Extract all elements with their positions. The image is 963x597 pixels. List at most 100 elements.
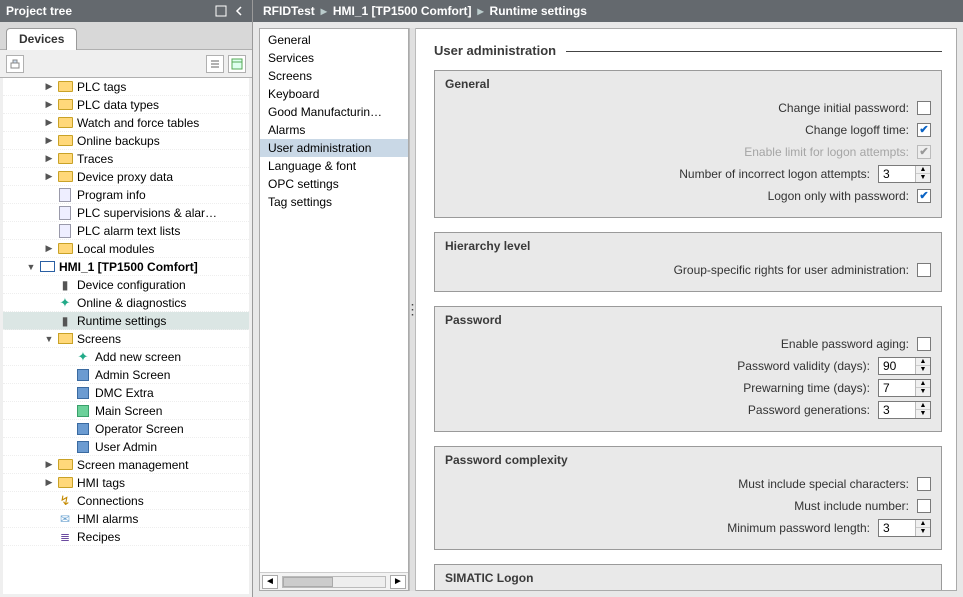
label-change-initial-password: Change initial password:	[778, 101, 909, 115]
checkbox-logon-only-password[interactable]	[917, 189, 931, 203]
tree-item[interactable]: ▶PLC tags	[3, 78, 249, 96]
tab-devices[interactable]: Devices	[6, 28, 77, 50]
checkbox-change-logoff-time[interactable]	[917, 123, 931, 137]
list-view-icon[interactable]	[206, 55, 224, 73]
tree-item[interactable]: ▶Online backups	[3, 132, 249, 150]
spinner-up-icon[interactable]: ▲	[916, 402, 930, 410]
pin-icon[interactable]	[214, 4, 228, 18]
spinner-min-len[interactable]: ▲▼	[878, 519, 931, 537]
spinner-up-icon[interactable]: ▲	[916, 520, 930, 528]
spinner-down-icon[interactable]: ▼	[916, 174, 930, 182]
spinner-down-icon[interactable]: ▼	[916, 388, 930, 396]
mail-icon	[57, 512, 73, 526]
detail-view-icon[interactable]	[228, 55, 246, 73]
input-min-len[interactable]	[879, 520, 915, 536]
chevron-right-icon[interactable]: ▶	[43, 99, 55, 111]
settings-nav-item[interactable]: Keyboard	[260, 85, 408, 103]
settings-nav-item[interactable]: Screens	[260, 67, 408, 85]
chevron-down-icon[interactable]: ▼	[25, 261, 37, 273]
spinner-up-icon[interactable]: ▲	[916, 358, 930, 366]
settings-nav-item[interactable]: Good Manufacturin…	[260, 103, 408, 121]
tree-item[interactable]: ▶Screen management	[3, 456, 249, 474]
input-num-incorrect-attempts[interactable]	[879, 166, 915, 182]
tree-item[interactable]: Recipes	[3, 528, 249, 546]
tree-item[interactable]: PLC supervisions & alar…	[3, 204, 249, 222]
tree-item[interactable]: ▶PLC data types	[3, 96, 249, 114]
checkbox-special[interactable]	[917, 477, 931, 491]
chevron-right-icon[interactable]: ▶	[43, 477, 55, 489]
spinner-generations[interactable]: ▲▼	[878, 401, 931, 419]
settings-nav-item[interactable]: Services	[260, 49, 408, 67]
checkbox-enable-aging[interactable]	[917, 337, 931, 351]
tree-item[interactable]: ▶Watch and force tables	[3, 114, 249, 132]
scroll-right-icon[interactable]: ►	[390, 575, 406, 589]
input-prewarn-days[interactable]	[879, 380, 915, 396]
collapse-icon[interactable]	[232, 4, 246, 18]
chevron-right-icon[interactable]: ▶	[43, 153, 55, 165]
spinner-down-icon[interactable]: ▼	[916, 366, 930, 374]
chevron-right-icon[interactable]: ▶	[43, 171, 55, 183]
tree-item[interactable]: ▮Runtime settings	[3, 312, 249, 330]
tree-item[interactable]: DMC Extra	[3, 384, 249, 402]
tree-item[interactable]: Admin Screen	[3, 366, 249, 384]
chevron-right-icon[interactable]: ▶	[43, 459, 55, 471]
scroll-track[interactable]	[282, 576, 386, 588]
spinner-up-icon[interactable]: ▲	[916, 166, 930, 174]
spinner-down-icon[interactable]: ▼	[916, 528, 930, 536]
tree-item[interactable]: PLC alarm text lists	[3, 222, 249, 240]
tree-item[interactable]: ▶ HMI tags	[3, 474, 249, 492]
chevron-right-icon[interactable]: ▶	[43, 243, 55, 255]
breadcrumb-item[interactable]: RFIDTest	[263, 4, 315, 18]
spinner-num-incorrect-attempts[interactable]: ▲▼	[878, 165, 931, 183]
chevron-down-icon[interactable]: ▼	[43, 333, 55, 345]
chevron-right-icon[interactable]: ▶	[43, 135, 55, 147]
chevron-right-icon[interactable]: ▶	[43, 117, 55, 129]
tree-item[interactable]: ▼HMI_1 [TP1500 Comfort]	[3, 258, 249, 276]
project-tree[interactable]: ▶PLC tags▶PLC data types▶Watch and force…	[0, 78, 252, 597]
breadcrumb-sep-icon: ▸	[478, 4, 484, 18]
breadcrumb-item[interactable]: Runtime settings	[490, 4, 587, 18]
tree-item[interactable]: Program info	[3, 186, 249, 204]
tree-item[interactable]: ▼Screens	[3, 330, 249, 348]
spinner-down-icon[interactable]: ▼	[916, 410, 930, 418]
square-g-icon	[75, 404, 91, 418]
chevron-right-icon[interactable]: ▶	[43, 81, 55, 93]
checkbox-change-initial-password[interactable]	[917, 101, 931, 115]
settings-nav-item[interactable]: Alarms	[260, 121, 408, 139]
tree-item[interactable]: Main Screen	[3, 402, 249, 420]
label-group-rights: Group-specific rights for user administr…	[674, 263, 909, 277]
settings-nav-item[interactable]: Language & font	[260, 157, 408, 175]
spinner-prewarn-days[interactable]: ▲▼	[878, 379, 931, 397]
tree-item[interactable]: ✦Add new screen	[3, 348, 249, 366]
input-validity-days[interactable]	[879, 358, 915, 374]
tree-item[interactable]: ▶Local modules	[3, 240, 249, 258]
splitter-handle[interactable]	[409, 28, 416, 591]
tree-item[interactable]: ▶Device proxy data	[3, 168, 249, 186]
settings-nav-item[interactable]: OPC settings	[260, 175, 408, 193]
scroll-thumb[interactable]	[283, 577, 333, 587]
breadcrumb-item[interactable]: HMI_1 [TP1500 Comfort]	[333, 4, 472, 18]
checkbox-number[interactable]	[917, 499, 931, 513]
tree-item-label: DMC Extra	[95, 386, 154, 400]
tree-item[interactable]: User Admin	[3, 438, 249, 456]
settings-nav-item[interactable]: General	[260, 31, 408, 49]
settings-nav-item[interactable]: User administration	[260, 139, 408, 157]
nav-scrollbar[interactable]: ◄ ►	[260, 572, 408, 590]
tree-item[interactable]: ✦Online & diagnostics	[3, 294, 249, 312]
tree-item-label: HMI tags	[77, 476, 125, 490]
group-password: Password Enable password aging: Password…	[434, 306, 942, 432]
tree-item[interactable]: HMI alarms	[3, 510, 249, 528]
spinner-validity-days[interactable]: ▲▼	[878, 357, 931, 375]
tree-item[interactable]: ▮Device configuration	[3, 276, 249, 294]
spinner-up-icon[interactable]: ▲	[916, 380, 930, 388]
tree-item[interactable]: Operator Screen	[3, 420, 249, 438]
settings-nav-item[interactable]: Tag settings	[260, 193, 408, 211]
checkbox-group-rights[interactable]	[917, 263, 931, 277]
tree-item[interactable]: ▶Traces	[3, 150, 249, 168]
input-generations[interactable]	[879, 402, 915, 418]
scroll-left-icon[interactable]: ◄	[262, 575, 278, 589]
breadcrumb: RFIDTest ▸ HMI_1 [TP1500 Comfort] ▸ Runt…	[253, 0, 963, 22]
tree-item[interactable]: Connections	[3, 492, 249, 510]
new-device-icon[interactable]	[6, 55, 24, 73]
tree-item-label: HMI alarms	[77, 512, 138, 526]
